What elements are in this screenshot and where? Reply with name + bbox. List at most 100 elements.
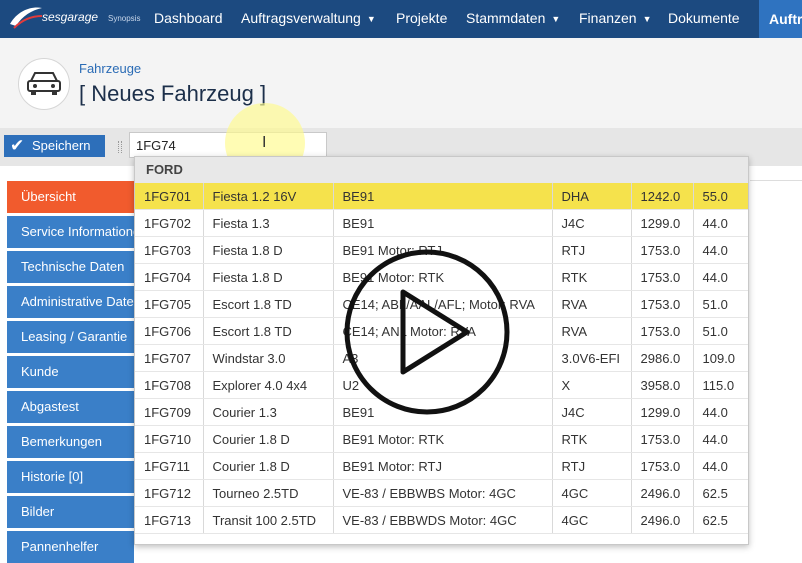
sidebar-item-service-informationen[interactable]: Service Informationen xyxy=(7,216,134,248)
logo-brand: sesgarage xyxy=(42,10,99,24)
vehicle-ccm-cell: 2986.0 xyxy=(631,344,694,372)
sidebar-item-administrative-daten[interactable]: Administrative Daten xyxy=(7,286,134,318)
sidebar-item-kunde[interactable]: Kunde xyxy=(7,356,134,388)
vehicle-result-row[interactable]: 1FG701 Fiesta 1.2 16V BE91 DHA 1242.0 55.0 xyxy=(135,183,748,210)
vehicle-ccm-cell: 1753.0 xyxy=(631,263,694,291)
save-button-label: Speichern xyxy=(32,138,91,153)
sidebar-item-technische-daten[interactable]: Technische Daten xyxy=(7,251,134,283)
vehicle-code-cell: 1FG702 xyxy=(135,209,204,237)
vehicle-type-cell: RTK xyxy=(552,263,632,291)
vehicle-engine-cell: VE-83 / EBBWDS Motor: 4GC xyxy=(333,506,553,534)
sidebar-item-historie[interactable]: Historie [0] xyxy=(7,461,134,493)
vehicle-code-cell: 1FG710 xyxy=(135,425,204,453)
chevron-down-icon: ▼ xyxy=(366,14,376,24)
vehicle-kw-cell: 115.0 xyxy=(693,371,748,399)
sidebar-item-pannenhelfer[interactable]: Pannenhelfer xyxy=(7,531,134,563)
vehicle-ccm-cell: 1753.0 xyxy=(631,317,694,345)
vehicle-type-cell: DHA xyxy=(552,183,632,210)
nav-stammdaten[interactable]: Stammdaten ▼ xyxy=(466,10,560,26)
vehicle-code-cell: 1FG709 xyxy=(135,398,204,426)
vehicle-model-cell: Fiesta 1.8 D xyxy=(203,236,334,264)
vehicle-ccm-cell: 1753.0 xyxy=(631,425,694,453)
vehicle-ccm-cell: 2496.0 xyxy=(631,506,694,534)
nav-finanzen[interactable]: Finanzen ▼ xyxy=(579,10,652,26)
page-header: Fahrzeuge [ Neues Fahrzeug ] xyxy=(0,38,802,128)
nav-finanzen-label: Finanzen xyxy=(579,10,637,26)
sidebar-item-bemerkungen[interactable]: Bemerkungen xyxy=(7,426,134,458)
vehicle-engine-cell: VE-83 / EBBWBS Motor: 4GC xyxy=(333,479,553,507)
nav-auftragsverwaltung-label: Auftragsverwaltung xyxy=(241,10,361,26)
nav-dashboard-label: Dashboard xyxy=(154,10,223,26)
vehicle-kw-cell: 51.0 xyxy=(693,290,748,318)
app-logo[interactable]: sesgarage Synopsis xyxy=(8,2,148,36)
vehicle-kw-cell: 44.0 xyxy=(693,398,748,426)
vehicle-type-cell: RTJ xyxy=(552,452,632,480)
play-icon[interactable] xyxy=(343,248,511,416)
nav-dashboard[interactable]: Dashboard xyxy=(154,10,223,26)
nav-dokumente[interactable]: Dokumente xyxy=(668,10,740,26)
vehicle-kw-cell: 62.5 xyxy=(693,479,748,507)
vehicle-type-cell: RVA xyxy=(552,317,632,345)
vehicle-kw-cell: 44.0 xyxy=(693,263,748,291)
vehicle-type-cell: J4C xyxy=(552,398,632,426)
vehicle-code-cell: 1FG707 xyxy=(135,344,204,372)
vehicle-type-cell: RVA xyxy=(552,290,632,318)
vehicle-kw-cell: 44.0 xyxy=(693,425,748,453)
vehicle-type-cell: 4GC xyxy=(552,506,632,534)
vehicle-kw-cell: 62.5 xyxy=(693,506,748,534)
check-icon: ✔ xyxy=(10,136,25,155)
vehicle-model-cell: Windstar 3.0 xyxy=(203,344,334,372)
logo-swoosh-icon xyxy=(10,7,43,29)
vehicle-engine-cell: BE91 xyxy=(333,183,553,210)
vehicle-code-cell: 1FG703 xyxy=(135,236,204,264)
vehicle-model-cell: Fiesta 1.2 16V xyxy=(203,183,334,210)
nav-projekte-label: Projekte xyxy=(396,10,448,26)
nav-auftrag-button[interactable]: Auftr xyxy=(759,0,802,38)
vehicle-code-cell: 1FG701 xyxy=(135,183,204,210)
vehicle-engine-cell: BE91 Motor: RTJ xyxy=(333,452,553,480)
sidebar-item-bilder[interactable]: Bilder xyxy=(7,496,134,528)
vehicle-model-cell: Fiesta 1.8 D xyxy=(203,263,334,291)
chevron-down-icon: ▼ xyxy=(551,14,561,24)
save-button[interactable]: ✔ Speichern xyxy=(4,135,105,157)
sidebar-item-leasing-garantie[interactable]: Leasing / Garantie xyxy=(7,321,134,353)
nav-auftragsverwaltung[interactable]: Auftragsverwaltung ▼ xyxy=(241,10,376,26)
vehicle-type-cell: X xyxy=(552,371,632,399)
vehicle-kw-cell: 44.0 xyxy=(693,236,748,264)
vehicle-code-cell: 1FG704 xyxy=(135,263,204,291)
vehicle-result-row[interactable]: 1FG712 Tourneo 2.5TD VE-83 / EBBWBS Motor:… xyxy=(135,479,748,507)
top-navbar: sesgarage Synopsis Dashboard Auftragsver… xyxy=(0,0,802,38)
vehicle-code-cell: 1FG708 xyxy=(135,371,204,399)
page-title: [ Neues Fahrzeug ] xyxy=(79,81,267,106)
vehicle-result-row[interactable]: 1FG710 Courier 1.8 D BE91 Motor: RTK RTK 175… xyxy=(135,425,748,453)
vehicle-model-cell: Transit 100 2.5TD xyxy=(203,506,334,534)
vehicle-result-row[interactable]: 1FG702 Fiesta 1.3 BE91 J4C 1299.0 44.0 xyxy=(135,209,748,237)
vehicle-ccm-cell: 1299.0 xyxy=(631,209,694,237)
vehicle-ccm-cell: 1753.0 xyxy=(631,290,694,318)
vehicle-type-cell: RTJ xyxy=(552,236,632,264)
toolbar-grip-icon xyxy=(118,141,122,153)
vehicle-kw-cell: 55.0 xyxy=(693,183,748,210)
sidebar-item-uebersicht[interactable]: Übersicht xyxy=(7,181,134,213)
vehicle-model-cell: Tourneo 2.5TD xyxy=(203,479,334,507)
vehicle-code-cell: 1FG705 xyxy=(135,290,204,318)
vehicle-kw-cell: 44.0 xyxy=(693,209,748,237)
vehicle-ccm-cell: 2496.0 xyxy=(631,479,694,507)
vehicle-model-cell: Courier 1.8 D xyxy=(203,452,334,480)
vehicle-type-cell: 4GC xyxy=(552,479,632,507)
divider xyxy=(750,180,802,181)
vehicle-ccm-cell: 1753.0 xyxy=(631,452,694,480)
sidebar-item-abgastest[interactable]: Abgastest xyxy=(7,391,134,423)
vehicle-result-row[interactable]: 1FG713 Transit 100 2.5TD VE-83 / EBBWDS Mo… xyxy=(135,506,748,534)
chevron-down-icon: ▼ xyxy=(642,14,652,24)
vehicle-model-cell: Fiesta 1.3 xyxy=(203,209,334,237)
dropdown-group-header: FORD xyxy=(135,157,748,183)
vehicle-ccm-cell: 1299.0 xyxy=(631,398,694,426)
breadcrumb[interactable]: Fahrzeuge xyxy=(79,61,141,76)
logo-subtitle: Synopsis xyxy=(108,14,141,23)
vehicle-model-cell: Courier 1.8 D xyxy=(203,425,334,453)
nav-dokumente-label: Dokumente xyxy=(668,10,740,26)
nav-projekte[interactable]: Projekte xyxy=(396,10,447,26)
vehicle-result-row[interactable]: 1FG711 Courier 1.8 D BE91 Motor: RTJ RTJ 175… xyxy=(135,452,748,480)
vehicle-code-cell: 1FG706 xyxy=(135,317,204,345)
